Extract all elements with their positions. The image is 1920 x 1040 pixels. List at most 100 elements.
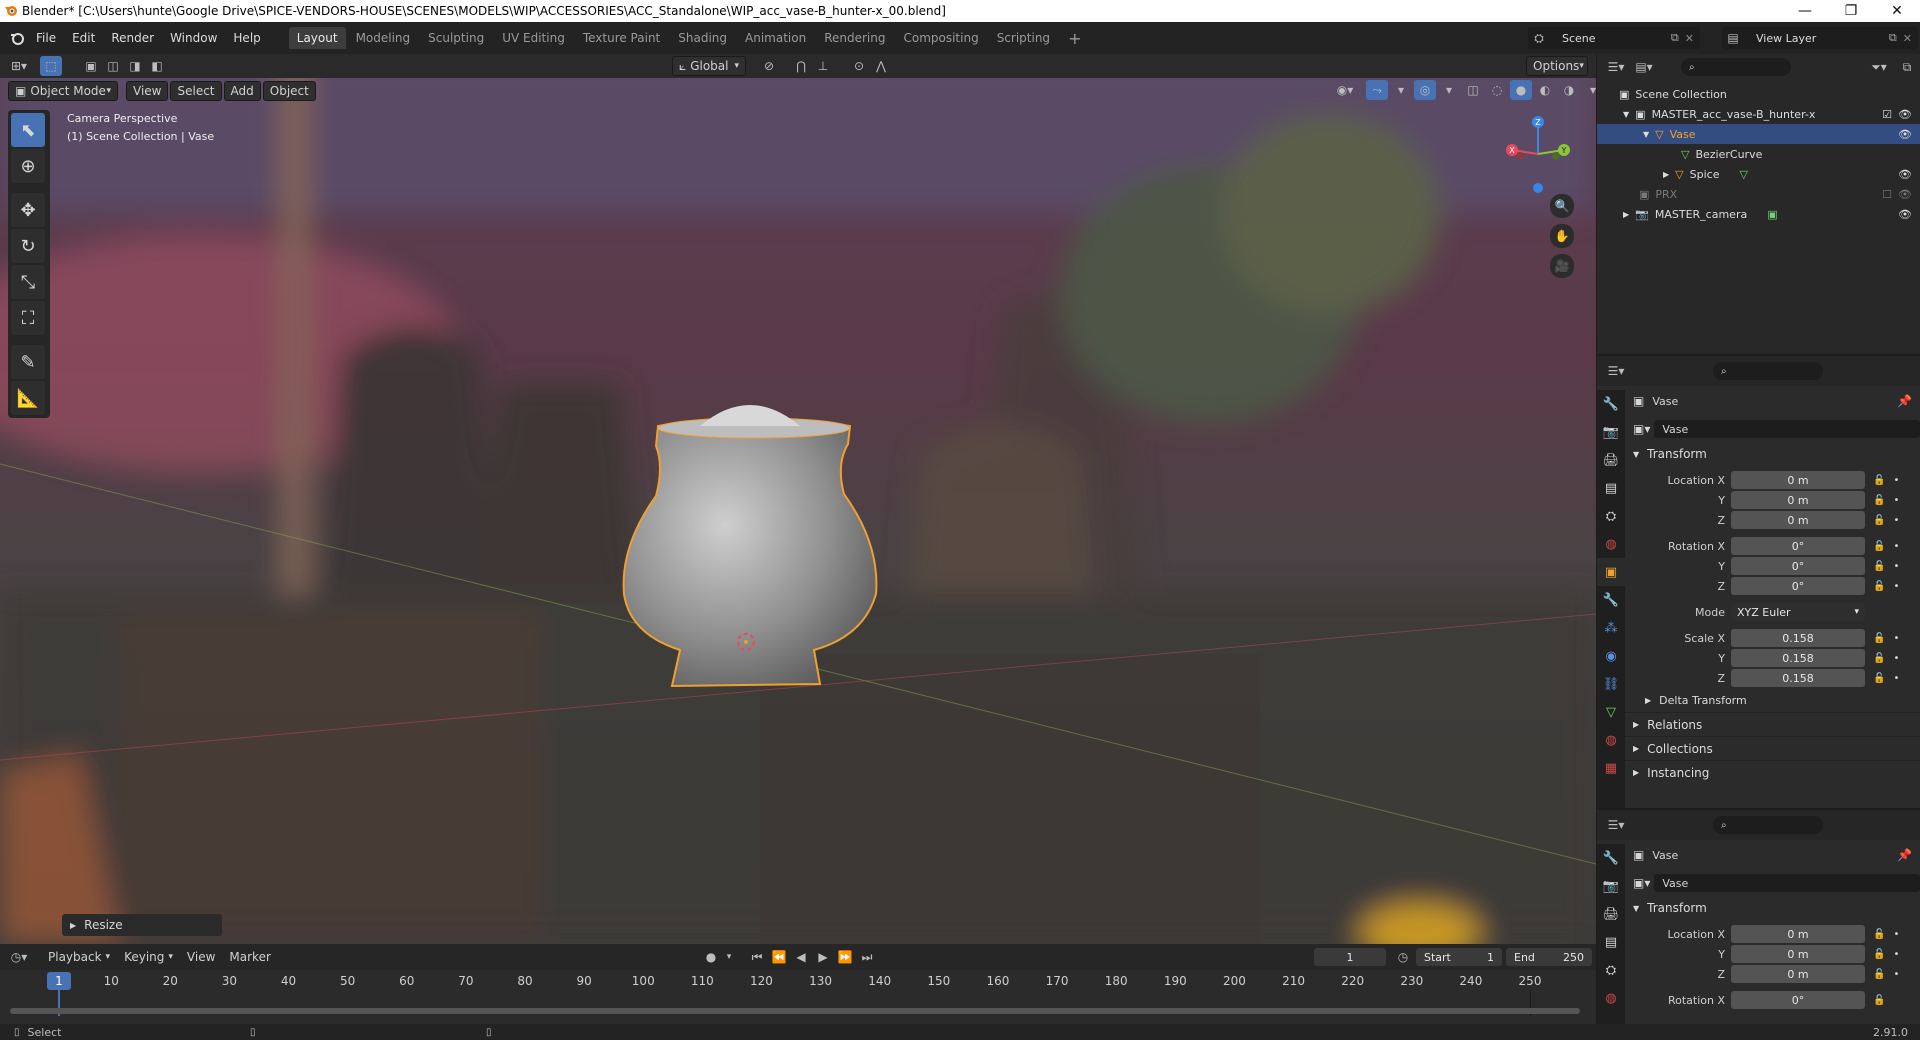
eye-icon[interactable]: 👁 <box>1898 108 1912 121</box>
world-tab-icon[interactable]: ◍ <box>1597 530 1625 558</box>
modifier-tab-icon[interactable]: 🔧 <box>1597 586 1625 614</box>
pivot-point-icon[interactable]: ⊘ <box>758 56 780 76</box>
falloff-icon[interactable]: ⋀ <box>870 56 892 76</box>
lock-icon[interactable]: 🔓 <box>1873 475 1885 486</box>
tab-modeling[interactable]: Modeling <box>348 27 419 49</box>
render-tab-icon[interactable]: 📷 <box>1597 872 1625 900</box>
tab-compositing[interactable]: Compositing <box>895 27 986 49</box>
editor-type-icon[interactable]: ⊞▾ <box>8 56 30 76</box>
lock-icon[interactable]: 🔓 <box>1873 995 1885 1006</box>
wireframe-shading-icon[interactable]: ◌ <box>1486 80 1508 100</box>
chevron-down-icon[interactable]: ▾ <box>1438 80 1460 100</box>
visibility-icon[interactable]: ◉▾ <box>1334 80 1356 100</box>
tab-sculpting[interactable]: Sculpting <box>420 27 492 49</box>
select-mode-extend-icon[interactable]: ◫ <box>102 56 124 76</box>
eye-icon[interactable]: 👁 <box>1898 128 1912 141</box>
menu-edit[interactable]: Edit <box>64 27 103 49</box>
lock-icon[interactable]: 🔓 <box>1873 495 1885 506</box>
mode-dropdown[interactable]: ▣ Object Mode ▾ <box>8 81 118 101</box>
location-z-field[interactable]: 0 m <box>1731 965 1865 983</box>
material-tab-icon[interactable]: ◍ <box>1597 726 1625 754</box>
object-type-icon[interactable]: ▣▾ <box>1633 422 1650 436</box>
menu-view[interactable]: View <box>126 81 169 101</box>
navigation-gizmo[interactable]: Z Y X <box>1498 110 1578 200</box>
display-mode-icon[interactable]: ▤▾ <box>1633 57 1655 77</box>
delta-transform-subpanel[interactable]: ▶ Delta Transform <box>1625 688 1920 712</box>
menu-window[interactable]: Window <box>162 27 225 49</box>
location-x-field[interactable]: 0 m <box>1731 925 1865 943</box>
close-button[interactable]: ✕ <box>1874 0 1920 22</box>
tab-scripting[interactable]: Scripting <box>989 27 1058 49</box>
select-mode-new-icon[interactable]: ▣ <box>80 56 102 76</box>
keyframe-dot-icon[interactable]: • <box>1893 653 1899 664</box>
scene-tab-icon[interactable]: ⛭ <box>1597 956 1625 984</box>
collections-panel-header[interactable]: ▶ Collections <box>1625 736 1920 760</box>
scene-selector[interactable]: ⛭ Scene ⧉ ✕ <box>1528 27 1700 49</box>
add-workspace-button[interactable]: + <box>1060 27 1089 49</box>
scale-x-field[interactable]: 0.158 <box>1731 629 1865 647</box>
chevron-down-icon[interactable]: ▾ <box>1390 80 1412 100</box>
minimize-button[interactable]: — <box>1782 0 1828 22</box>
filter-icon[interactable]: ⏷▾ <box>1868 57 1890 77</box>
list-item[interactable]: ▣ PRX ☐ 👁 <box>1597 184 1920 204</box>
location-y-field[interactable]: 0 m <box>1731 491 1865 509</box>
rotation-x-field[interactable]: 0° <box>1731 991 1865 1009</box>
menu-file[interactable]: File <box>28 27 64 49</box>
tab-shading[interactable]: Shading <box>670 27 735 49</box>
solid-shading-icon[interactable]: ● <box>1510 80 1532 100</box>
zoom-icon[interactable]: 🔍 <box>1550 194 1574 218</box>
keyframe-dot-icon[interactable]: • <box>1893 929 1899 940</box>
gizmo-toggle-icon[interactable]: ⤳ <box>1366 80 1388 100</box>
lock-icon[interactable]: 🔓 <box>1873 515 1885 526</box>
select-mode-intersect-icon[interactable]: ◧ <box>146 56 168 76</box>
tab-rendering[interactable]: Rendering <box>816 27 893 49</box>
new-scene-icon[interactable]: ⧉ <box>1671 31 1679 45</box>
eye-icon[interactable]: 👁 <box>1898 168 1912 181</box>
transform-tool-icon[interactable]: ⛶ <box>11 301 45 335</box>
cursor-tool-icon[interactable]: ⊕ <box>11 149 45 183</box>
lock-icon[interactable]: 🔓 <box>1873 561 1885 572</box>
physics-tab-icon[interactable]: ◉ <box>1597 642 1625 670</box>
scale-y-field[interactable]: 0.158 <box>1731 649 1865 667</box>
lock-icon[interactable]: 🔓 <box>1873 633 1885 644</box>
lock-icon[interactable]: 🔓 <box>1873 653 1885 664</box>
chevron-down-icon[interactable]: ▾ <box>1582 80 1596 100</box>
keyframe-dot-icon[interactable]: • <box>1893 495 1899 506</box>
expand-arrow-icon[interactable]: ▼ <box>1643 130 1649 139</box>
keyframe-dot-icon[interactable]: • <box>1893 515 1899 526</box>
object-name-field[interactable]: Vase <box>1654 874 1920 892</box>
keyframe-dot-icon[interactable]: • <box>1893 949 1899 960</box>
list-item[interactable]: ▼ ▣ MASTER_acc_vase-B_hunter-x ☑ 👁 <box>1597 104 1920 124</box>
new-view-layer-icon[interactable]: ⧉ <box>1889 31 1897 45</box>
maximize-button[interactable]: ❐ <box>1828 0 1874 22</box>
3d-viewport[interactable]: ⊞▾ ⬚ ▣ ◫ ◨ ◧ ⟀ Global ▾ ⊘ ⋂ ⊥ ⊙ ⋀ Option… <box>0 54 1596 944</box>
eye-icon[interactable]: 👁 <box>1898 208 1912 221</box>
view-layer-tab-icon[interactable]: ▤ <box>1597 474 1625 502</box>
checkbox-checked-icon[interactable]: ☑ <box>1882 108 1892 121</box>
object-type-icon[interactable]: ▣▾ <box>1633 876 1650 890</box>
view-layer-selector[interactable]: ▤ View Layer ⧉ ✕ <box>1722 27 1918 49</box>
select-mode-subtract-icon[interactable]: ◨ <box>124 56 146 76</box>
rotation-mode-dropdown[interactable]: XYZ Euler ▾ <box>1731 603 1865 621</box>
list-item[interactable]: ▶ ▽ Spice ▽ 👁 <box>1597 164 1920 184</box>
editor-type-icon[interactable]: ☰▾ <box>1605 57 1627 77</box>
measure-tool-icon[interactable]: 📐 <box>11 381 45 415</box>
rendered-shading-icon[interactable]: ◑ <box>1558 80 1580 100</box>
options-dropdown[interactable]: Options ▾ <box>1526 56 1588 76</box>
relations-panel-header[interactable]: ▶ Relations <box>1625 712 1920 736</box>
snap-target-icon[interactable]: ⊥ <box>812 56 834 76</box>
tool-tab-icon[interactable]: 🔧 <box>1597 390 1625 418</box>
tool-tab-icon[interactable]: 🔧 <box>1597 844 1625 872</box>
data-tab-icon[interactable]: ▽ <box>1597 698 1625 726</box>
checkbox-unchecked-icon[interactable]: ☐ <box>1882 188 1892 201</box>
menu-help[interactable]: Help <box>225 27 268 49</box>
scene-tab-icon[interactable]: ⛭ <box>1597 502 1625 530</box>
scale-tool-icon[interactable]: ⤡ <box>11 265 45 299</box>
proportional-edit-icon[interactable]: ⊙ <box>848 56 870 76</box>
last-operator-panel[interactable]: ▶ Resize <box>62 914 222 936</box>
expand-arrow-icon[interactable]: ▶ <box>1663 170 1669 179</box>
keyframe-dot-icon[interactable]: • <box>1893 581 1899 592</box>
pin-icon[interactable]: 📌 <box>1897 848 1912 862</box>
keyframe-dot-icon[interactable]: • <box>1893 541 1899 552</box>
location-y-field[interactable]: 0 m <box>1731 945 1865 963</box>
